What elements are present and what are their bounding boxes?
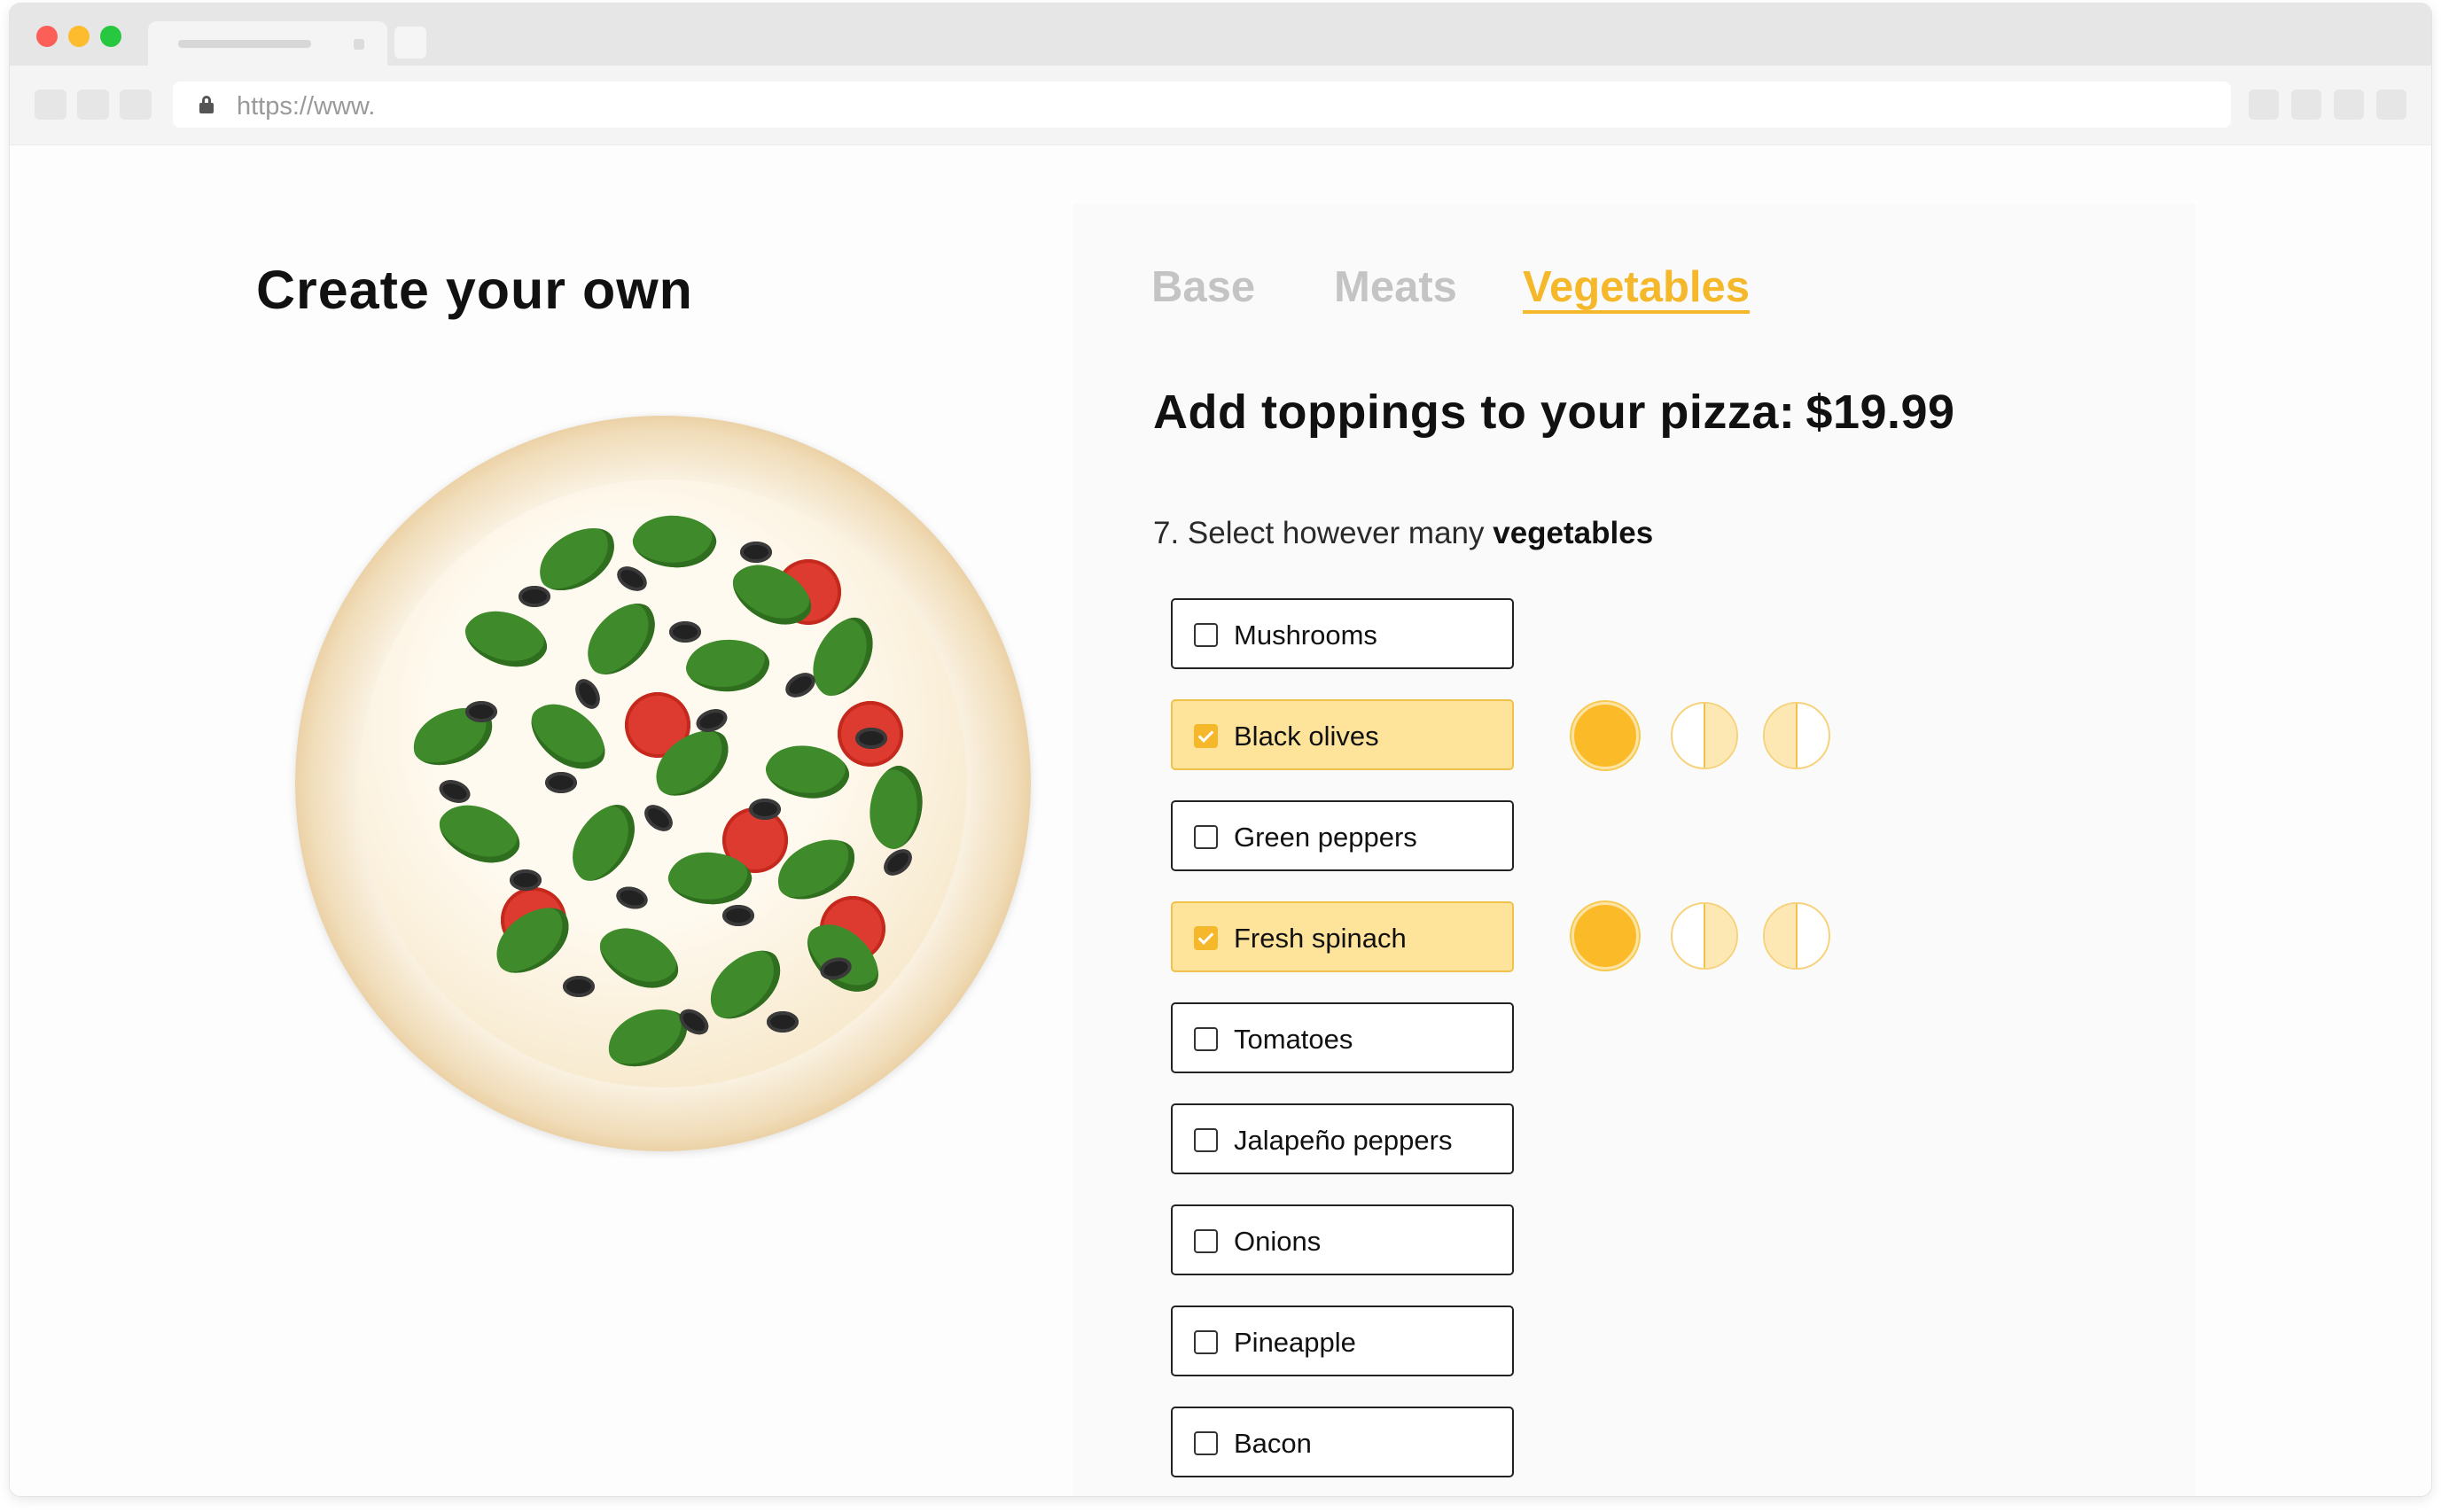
price-total: $19.99: [1805, 386, 1955, 439]
left-half-portion-button[interactable]: [1671, 702, 1738, 769]
checkbox[interactable]: [1194, 1330, 1218, 1354]
topping-label: Tomatoes: [1234, 1024, 1353, 1055]
topping-label: Jalapeño peppers: [1234, 1125, 1453, 1156]
browser-toolbar: https://www.: [10, 66, 2431, 145]
checkbox[interactable]: [1194, 926, 1218, 950]
instruction-emphasis: vegetables: [1493, 516, 1654, 550]
checkbox[interactable]: [1194, 825, 1218, 849]
topping-option-black-olives[interactable]: Black olives: [1171, 699, 1514, 770]
tab-bar: [10, 4, 2431, 66]
topping-option-jalapeno-peppers[interactable]: Jalapeño peppers: [1171, 1103, 1514, 1174]
browser-tab[interactable]: [148, 21, 387, 66]
checkbox[interactable]: [1194, 1128, 1218, 1152]
topping-option-tomatoes[interactable]: Tomatoes: [1171, 1002, 1514, 1073]
topping-option-green-peppers[interactable]: Green peppers: [1171, 800, 1514, 871]
topping-option-pineapple[interactable]: Pineapple: [1171, 1305, 1514, 1376]
page-title: Create your own: [256, 260, 693, 320]
url-text: https://www.: [237, 92, 376, 121]
address-bar[interactable]: https://www.: [173, 82, 2231, 128]
lock-icon: [199, 96, 214, 113]
topping-label: Bacon: [1234, 1428, 1312, 1459]
minimize-window-button[interactable]: [68, 26, 90, 47]
close-window-button[interactable]: [36, 26, 58, 47]
topping-label: Pineapple: [1234, 1327, 1356, 1358]
check-icon: [1197, 929, 1214, 945]
tab-vegetables[interactable]: Vegetables: [1523, 262, 1750, 312]
right-half-portion-button[interactable]: [1763, 702, 1830, 769]
check-icon: [1197, 727, 1214, 743]
heading-text: Add toppings to your pizza:: [1153, 386, 1796, 439]
topping-option-mushrooms[interactable]: Mushrooms: [1171, 598, 1514, 669]
left-half-portion-button[interactable]: [1671, 902, 1738, 970]
topping-label: Onions: [1234, 1226, 1322, 1257]
tab-close-icon[interactable]: [354, 39, 364, 50]
topping-option-fresh-spinach[interactable]: Fresh spinach: [1171, 901, 1514, 972]
reload-button[interactable]: [120, 90, 152, 120]
extension-icon[interactable]: [2249, 90, 2279, 120]
tab-title-placeholder: [178, 40, 311, 48]
topping-label: Fresh spinach: [1234, 923, 1407, 954]
checkbox[interactable]: [1194, 1027, 1218, 1051]
whole-pizza-portion-button[interactable]: [1571, 902, 1639, 970]
checkbox[interactable]: [1194, 623, 1218, 647]
tab-meats[interactable]: Meats: [1334, 262, 1457, 312]
pizza-cheese: [359, 479, 967, 1087]
topping-label: Black olives: [1234, 721, 1379, 752]
checkbox[interactable]: [1194, 1431, 1218, 1455]
section-heading: Add toppings to your pizza: $19.99: [1153, 385, 1955, 440]
checkbox[interactable]: [1194, 1229, 1218, 1253]
page-content: Create your own Base Meats Vegetables Ad…: [10, 145, 2431, 1496]
tab-base[interactable]: Base: [1151, 262, 1255, 312]
maximize-window-button[interactable]: [100, 26, 121, 47]
pizza-preview-image: [295, 416, 1031, 1151]
forward-button[interactable]: [77, 90, 109, 120]
extension-icon[interactable]: [2291, 90, 2321, 120]
topping-option-onions[interactable]: Onions: [1171, 1204, 1514, 1275]
extension-icon[interactable]: [2334, 90, 2364, 120]
menu-icon[interactable]: [2376, 90, 2406, 120]
instruction-text: 7. Select however many: [1153, 516, 1485, 550]
step-instruction: 7. Select however many vegetables: [1153, 516, 1653, 551]
browser-window: https://www. Create your own Base Meats …: [10, 4, 2431, 1496]
right-half-portion-button[interactable]: [1763, 902, 1830, 970]
back-button[interactable]: [35, 90, 66, 120]
checkbox[interactable]: [1194, 724, 1218, 748]
whole-pizza-portion-button[interactable]: [1571, 702, 1639, 769]
topping-label: Green peppers: [1234, 822, 1417, 853]
topping-option-bacon[interactable]: Bacon: [1171, 1407, 1514, 1477]
topping-label: Mushrooms: [1234, 620, 1377, 651]
new-tab-button[interactable]: [394, 27, 426, 58]
